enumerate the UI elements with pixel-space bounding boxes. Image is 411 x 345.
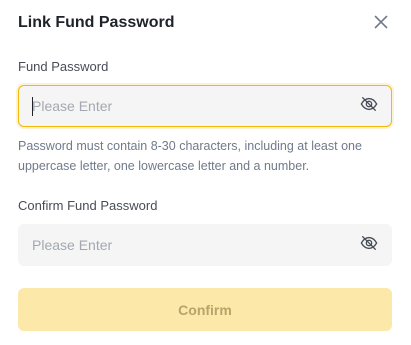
confirm-fund-password-input[interactable] bbox=[32, 225, 352, 265]
confirm-fund-password-label: Confirm Fund Password bbox=[18, 198, 158, 213]
confirm-fund-password-field[interactable] bbox=[18, 224, 392, 266]
fund-password-input[interactable] bbox=[32, 86, 352, 126]
confirm-button[interactable]: Confirm bbox=[18, 288, 392, 331]
eye-hidden-icon bbox=[360, 95, 378, 118]
link-fund-password-dialog: Link Fund Password Fund Password Passwor… bbox=[0, 0, 411, 345]
fund-password-label: Fund Password bbox=[18, 59, 109, 74]
password-requirements-hint: Password must contain 8-30 characters, i… bbox=[18, 139, 362, 173]
close-button[interactable] bbox=[369, 12, 393, 36]
dialog-header: Link Fund Password bbox=[18, 12, 393, 36]
text-caret bbox=[32, 97, 33, 116]
eye-hidden-icon bbox=[360, 234, 378, 257]
toggle-fund-password-visibility-button[interactable] bbox=[359, 96, 379, 116]
close-icon bbox=[374, 15, 388, 34]
toggle-confirm-password-visibility-button[interactable] bbox=[359, 235, 379, 255]
dialog-title: Link Fund Password bbox=[18, 14, 175, 31]
fund-password-field[interactable] bbox=[18, 85, 392, 127]
